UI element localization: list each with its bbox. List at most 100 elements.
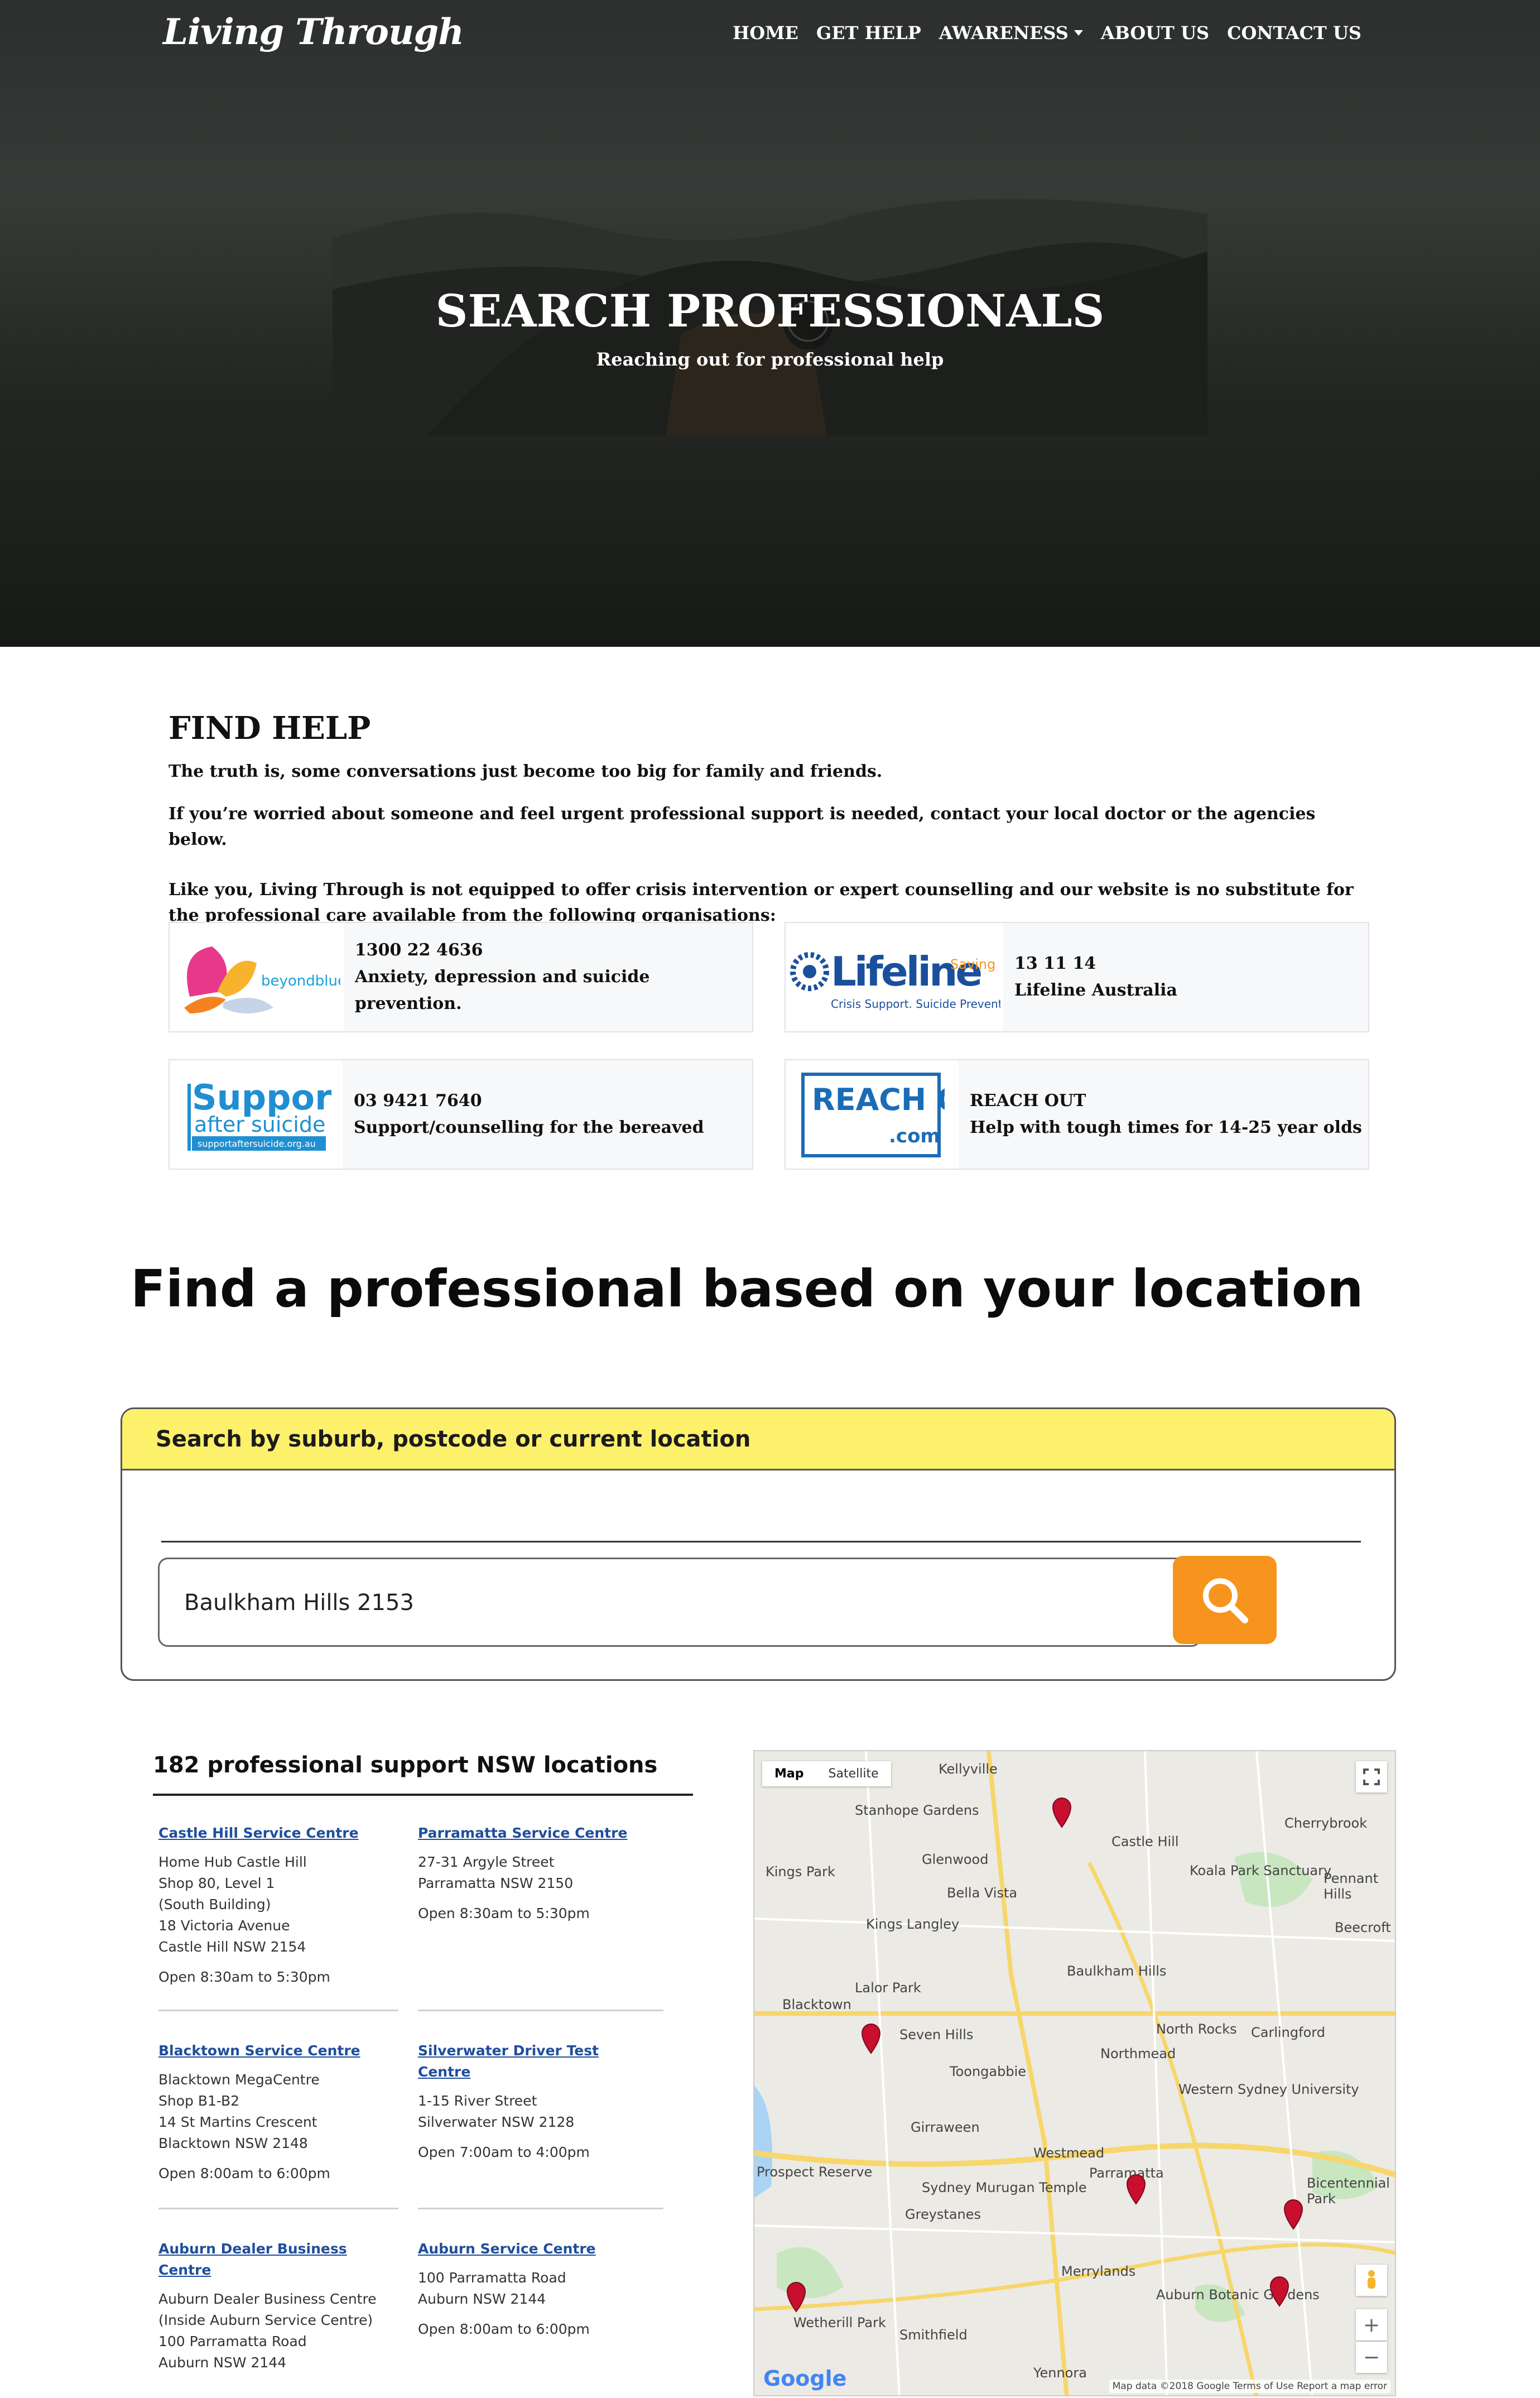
address-line: Blacktown MegaCentre <box>158 2072 320 2088</box>
agency-phone: REACH OUT <box>970 1091 1086 1111</box>
map-pin-icon <box>786 2282 806 2313</box>
agency-card-support-after-suicide[interactable]: Support after suicide supportaftersuicid… <box>169 1059 753 1170</box>
location-search-input[interactable] <box>184 1576 1133 1630</box>
opening-hours: Open 7:00am to 4:00pm <box>418 2144 590 2160</box>
svg-text:Crisis Support. Suicide Preven: Crisis Support. Suicide Prevention. <box>831 997 1000 1011</box>
svg-text:beyondblue: beyondblue <box>261 973 340 989</box>
butterfly-icon: beyondblue <box>184 946 340 1013</box>
address-line: Home Hub Castle Hill <box>158 1854 307 1870</box>
address-line: 14 St Martins Crescent <box>158 2114 317 2130</box>
agency-desc: Help with tough times for 14-25 year old… <box>970 1118 1362 1137</box>
divider <box>418 2010 663 2011</box>
address-line: 27-31 Argyle Street <box>418 1854 555 1870</box>
street-view-button[interactable] <box>1356 2265 1387 2296</box>
opening-hours: Open 8:30am to 5:30pm <box>418 1905 590 1921</box>
chevron-down-icon <box>1074 30 1083 36</box>
map-pin-icon <box>1126 2174 1146 2205</box>
list-item: Auburn Service Centre 100 Parramatta Roa… <box>418 2238 652 2340</box>
address-line: Shop 80, Level 1 <box>158 1875 275 1891</box>
location-link[interactable]: Parramatta Service Centre <box>418 1823 652 1844</box>
svg-text:REACH OUT: REACH OUT <box>812 1082 945 1117</box>
agency-cards: beyondblue 1300 22 4636 Anxiety, depress… <box>169 922 1369 1172</box>
agency-info: 03 9421 7640 Support/counselling for the… <box>343 1088 704 1141</box>
divider <box>418 2208 663 2209</box>
address-line: Shop B1-B2 <box>158 2093 240 2109</box>
address-line: (Inside Auburn Service Centre) <box>158 2312 373 2328</box>
search-button[interactable] <box>1173 1556 1277 1644</box>
svg-text:supportaftersuicide.org.au: supportaftersuicide.org.au <box>198 1138 316 1149</box>
location-link[interactable]: Auburn Dealer Business Centre <box>158 2238 393 2281</box>
reach-out-logo: REACH OUT .com <box>786 1060 959 1169</box>
svg-text:.com: .com <box>889 1125 940 1147</box>
list-item: Auburn Dealer Business Centre Auburn Dea… <box>158 2238 393 2373</box>
nav-contact-us[interactable]: CONTACT US <box>1227 22 1361 44</box>
address-line: 18 Victoria Avenue <box>158 1918 290 1934</box>
top-navbar: Living Through HOME GET HELP AWARENESS A… <box>0 0 1540 73</box>
opening-hours: Open 8:30am to 5:30pm <box>158 1969 330 1985</box>
beyondblue-logo: beyondblue <box>170 923 344 1031</box>
results-count-heading: 182 professional support NSW locations <box>153 1752 658 1778</box>
find-help-text-3: Like you, Living Through is not equipped… <box>169 880 1354 925</box>
zoom-out-button[interactable]: − <box>1356 2342 1387 2373</box>
main-menu: HOME GET HELP AWARENESS ABOUT US CONTACT… <box>733 22 1361 44</box>
support-after-suicide-logo: Support after suicide supportaftersuicid… <box>170 1060 343 1169</box>
nav-get-help[interactable]: GET HELP <box>816 22 921 44</box>
page-subtitle: Reaching out for professional help <box>596 349 944 370</box>
fullscreen-icon <box>1363 1769 1380 1785</box>
opening-hours: Open 8:00am to 6:00pm <box>418 2321 590 2337</box>
google-logo: Google <box>763 2366 847 2391</box>
map-markers <box>786 1798 1303 2313</box>
minus-icon: − <box>1363 2346 1380 2369</box>
zoom-in-button[interactable]: + <box>1356 2309 1387 2341</box>
divider <box>161 1541 1361 1542</box>
nav-awareness[interactable]: AWARENESS <box>939 22 1083 44</box>
agency-desc: Lifeline Australia <box>1014 981 1177 1000</box>
search-field-box[interactable] <box>158 1558 1201 1647</box>
address-line: 100 Parramatta Road <box>158 2333 307 2349</box>
results-list: 182 professional support NSW locations C… <box>153 1752 694 2398</box>
list-item: Blacktown Service Centre Blacktown MegaC… <box>158 2040 393 2184</box>
location-link[interactable]: Silverwater Driver Test Centre <box>418 2040 652 2083</box>
map-pin-icon <box>1283 2199 1303 2230</box>
find-help-section: FIND HELP The truth is, some conversatio… <box>169 710 1368 929</box>
address-line: Blacktown NSW 2148 <box>158 2135 308 2151</box>
nav-home[interactable]: HOME <box>733 22 798 44</box>
find-help-text-2: If you’re worried about someone and feel… <box>169 804 1316 849</box>
location-link[interactable]: Blacktown Service Centre <box>158 2040 393 2061</box>
address-line: Auburn NSW 2144 <box>418 2291 546 2307</box>
agency-desc: Anxiety, depression and suicide preventi… <box>354 967 650 1013</box>
address-line: Auburn Dealer Business Centre <box>158 2291 377 2307</box>
divider <box>158 2208 398 2209</box>
list-item: Castle Hill Service Centre Home Hub Cast… <box>158 1823 393 1988</box>
list-item: Parramatta Service Centre 27-31 Argyle S… <box>418 1823 652 1924</box>
find-help-text-1: The truth is, some conversations just be… <box>169 762 883 781</box>
svg-text:after suicide: after suicide <box>194 1112 325 1137</box>
location-link[interactable]: Castle Hill Service Centre <box>158 1823 393 1844</box>
map-pin-icon <box>1052 1798 1072 1828</box>
agency-card-reach-out[interactable]: REACH OUT .com REACH OUT Help with tough… <box>785 1059 1369 1170</box>
address-line: Castle Hill NSW 2154 <box>158 1939 306 1955</box>
find-help-heading: FIND HELP <box>169 710 371 747</box>
agency-card-beyondblue[interactable]: beyondblue 1300 22 4636 Anxiety, depress… <box>169 922 753 1032</box>
address-line: 100 Parramatta Road <box>418 2270 566 2286</box>
agency-phone: 1300 22 4636 <box>354 940 483 960</box>
search-panel-heading: Search by suburb, postcode or current lo… <box>122 1409 1394 1470</box>
list-item: Silverwater Driver Test Centre 1-15 Rive… <box>418 2040 652 2163</box>
nav-about-us[interactable]: ABOUT US <box>1101 22 1209 44</box>
address-line: (South Building) <box>158 1896 271 1912</box>
map-attribution[interactable]: Map data ©2018 Google Terms of Use Repor… <box>1109 2380 1390 2393</box>
location-link[interactable]: Auburn Service Centre <box>418 2238 652 2260</box>
agency-card-lifeline[interactable]: Lifeline Saving Lives Crisis Support. Su… <box>785 922 1369 1032</box>
agency-phone: 13 11 14 <box>1014 954 1096 973</box>
agency-info: 1300 22 4636 Anxiety, depression and sui… <box>344 937 752 1017</box>
fullscreen-button[interactable] <box>1356 1761 1387 1793</box>
site-logo[interactable]: Living Through <box>163 11 464 53</box>
agency-info: 13 11 14 Lifeline Australia <box>1003 950 1177 1004</box>
agency-desc: Support/counselling for the bereaved <box>354 1118 704 1137</box>
location-grid: Castle Hill Service Centre Home Hub Cast… <box>153 1823 694 2398</box>
pegman-icon <box>1368 2270 1375 2289</box>
locations-map[interactable]: Map Satellite Kellyville Stanhope Garden… <box>753 1750 1396 2396</box>
divider <box>153 1794 693 1796</box>
agency-info: REACH OUT Help with tough times for 14-2… <box>959 1088 1362 1141</box>
agency-phone: 03 9421 7640 <box>354 1091 482 1111</box>
